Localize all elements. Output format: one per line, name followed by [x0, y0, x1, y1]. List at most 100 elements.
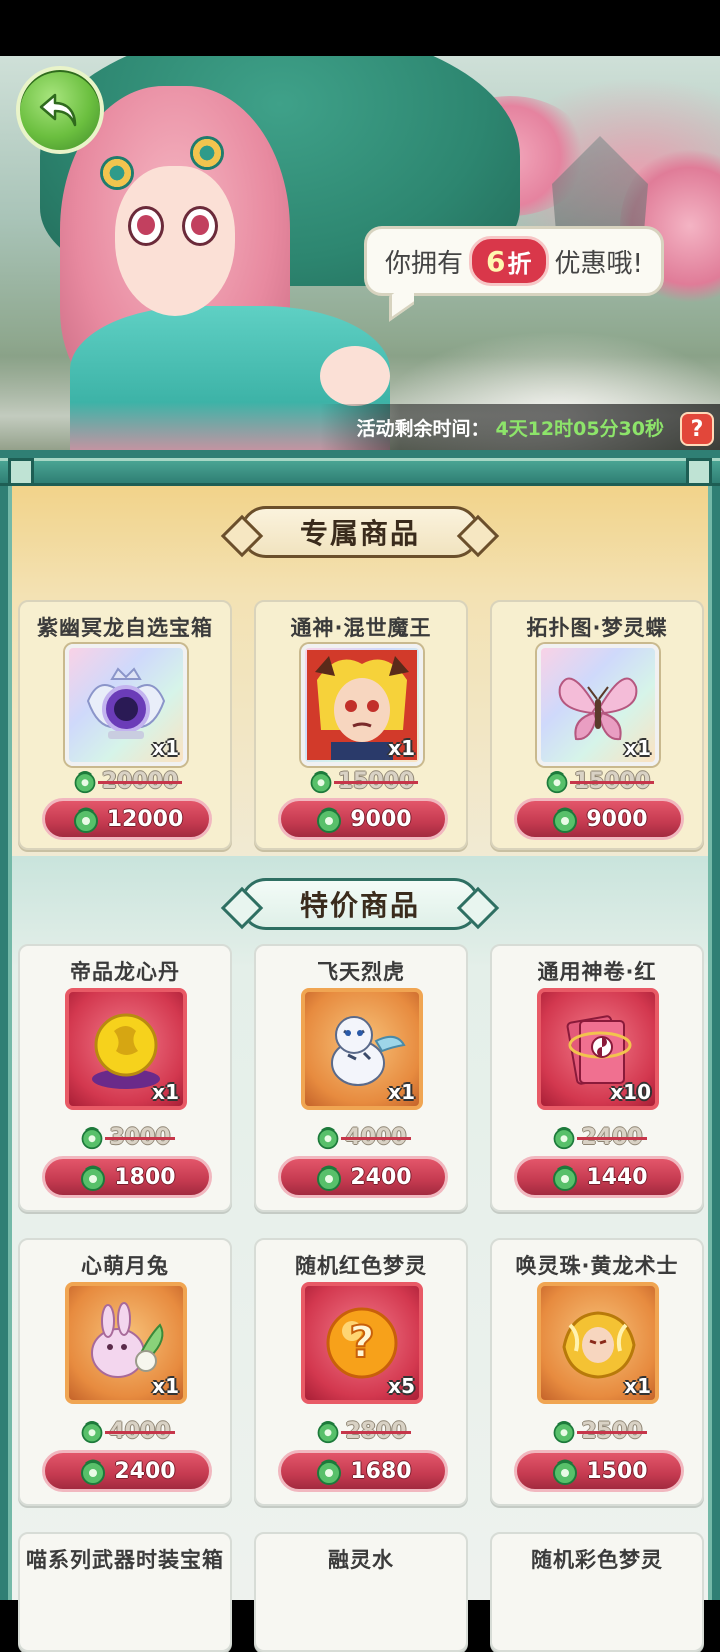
original-price-value: 15000	[569, 768, 654, 794]
discount-badge: 6 折	[469, 236, 549, 286]
jade-gem-icon	[73, 807, 98, 833]
item-icon-frame: x1	[65, 988, 187, 1110]
original-price-value: 20000	[97, 768, 182, 794]
item-quantity: x1	[624, 1374, 651, 1398]
buy-button[interactable]: 2400	[278, 1156, 448, 1198]
original-price: 3000	[20, 1124, 230, 1150]
jade-gem-icon	[317, 1127, 339, 1150]
original-price: 15000	[492, 768, 702, 794]
shop-item-card[interactable]: 喵系列武器时装宝箱	[18, 1532, 232, 1652]
item-icon-frame: x1	[65, 1282, 187, 1404]
hair-flower-icon	[190, 136, 224, 170]
jade-gem-icon	[553, 1127, 575, 1150]
item-icon-frame: x1	[65, 644, 187, 766]
shop-item-card[interactable]: 融灵水	[254, 1532, 468, 1652]
original-price-value: 15000	[333, 768, 418, 794]
item-name: 随机红色梦灵	[295, 1254, 427, 1278]
item-quantity: x5	[388, 1374, 415, 1398]
frame-rail	[0, 458, 720, 486]
original-price-value: 3000	[105, 1124, 175, 1150]
discount-unit: 折	[507, 249, 532, 278]
buy-button[interactable]: 9000	[514, 798, 684, 840]
jade-gem-icon	[81, 1127, 103, 1150]
item-quantity: x1	[624, 736, 651, 760]
shop-item-card[interactable]: 飞天烈虎 x1 4000 2400	[254, 944, 468, 1212]
original-price: 15000	[256, 768, 466, 794]
back-button[interactable]	[16, 66, 104, 154]
bubble-suffix: 优惠哦!	[554, 248, 643, 279]
timer-label: 活动剩余时间：	[356, 417, 490, 440]
item-name: 紫幽冥龙自选宝箱	[37, 616, 213, 640]
original-price: 20000	[20, 768, 230, 794]
shop-item-card[interactable]: 通神·混世魔王 x1 15000 9000	[254, 600, 468, 850]
original-price-value: 4000	[341, 1124, 411, 1150]
item-name: 飞天烈虎	[317, 960, 405, 984]
item-icon-frame: ? x5	[301, 1282, 423, 1404]
sale-price: 1680	[350, 1458, 412, 1484]
shop-item-card[interactable]: 唤灵珠·黄龙术士 x1 2500 1500	[490, 1238, 704, 1506]
buy-button[interactable]: 1440	[514, 1156, 684, 1198]
item-name: 心萌月兔	[81, 1254, 169, 1278]
jade-gem-icon	[81, 1421, 103, 1444]
special-section-title: 特价商品	[240, 878, 480, 930]
jade-gem-icon	[317, 1421, 339, 1444]
svg-text:?: ?	[349, 1317, 375, 1368]
buy-button[interactable]: 2400	[42, 1450, 212, 1492]
jade-gem-icon	[546, 771, 568, 794]
shop-item-card[interactable]: 随机红色梦灵 ? x5 2800 1680	[254, 1238, 468, 1506]
item-name: 通用神卷·红	[537, 960, 657, 984]
sale-price: 9000	[586, 806, 648, 832]
discount-speech-bubble: 你拥有 6 折 优惠哦!	[364, 226, 664, 296]
item-name: 拓扑图·梦灵蝶	[526, 616, 668, 640]
jade-gem-icon	[553, 807, 578, 833]
original-price: 2400	[492, 1124, 702, 1150]
discount-number: 6	[486, 244, 506, 278]
sale-price: 2400	[350, 1164, 412, 1190]
sale-price: 12000	[106, 806, 184, 832]
hair-flower-icon	[100, 156, 134, 190]
bubble-prefix: 你拥有	[385, 248, 464, 279]
item-icon-frame: x1	[537, 1282, 659, 1404]
shop-item-card[interactable]: 心萌月兔 x1 4000 2400	[18, 1238, 232, 1506]
buy-button[interactable]: 9000	[278, 798, 448, 840]
jade-gem-icon	[317, 1165, 342, 1191]
item-quantity: x10	[610, 1080, 651, 1104]
item-icon-frame: x1	[301, 644, 423, 766]
original-price: 4000	[20, 1418, 230, 1444]
item-icon-frame: x10	[537, 988, 659, 1110]
buy-button[interactable]: 1500	[514, 1450, 684, 1492]
buy-button[interactable]: 1680	[278, 1450, 448, 1492]
jade-gem-icon	[317, 807, 342, 833]
original-price-value: 2800	[341, 1418, 411, 1444]
jade-gem-icon	[317, 1459, 342, 1485]
jade-gem-icon	[553, 1165, 578, 1191]
shop-item-card[interactable]: 帝品龙心丹 x1 3000 1800	[18, 944, 232, 1212]
buy-button[interactable]: 1800	[42, 1156, 212, 1198]
item-icon-frame: x1	[537, 644, 659, 766]
event-timer: 活动剩余时间： 4天12时05分30秒	[320, 404, 720, 450]
shop-item-card[interactable]: 通用神卷·红 x10 2400 1440	[490, 944, 704, 1212]
item-name: 融灵水	[328, 1548, 394, 1572]
item-quantity: x1	[152, 736, 179, 760]
item-name: 通神·混世魔王	[290, 616, 432, 640]
help-button[interactable]: ?	[680, 412, 714, 446]
item-quantity: x1	[152, 1374, 179, 1398]
sale-price: 1500	[586, 1458, 648, 1484]
original-price: 2500	[492, 1418, 702, 1444]
timer-value: 4天12时05分30秒	[495, 417, 664, 440]
item-name: 随机彩色梦灵	[531, 1548, 663, 1572]
jade-gem-icon	[310, 771, 332, 794]
shop-item-card[interactable]: 随机彩色梦灵	[490, 1532, 704, 1652]
jade-gem-icon	[81, 1459, 106, 1485]
item-quantity: x1	[388, 736, 415, 760]
exclusive-section-title: 专属商品	[240, 506, 480, 558]
buy-button[interactable]: 12000	[42, 798, 212, 840]
sale-price: 1800	[114, 1164, 176, 1190]
jade-gem-icon	[74, 771, 96, 794]
shop-item-card[interactable]: 紫幽冥龙自选宝箱 x1 20000 12000	[18, 600, 232, 850]
item-name: 喵系列武器时装宝箱	[26, 1548, 224, 1572]
original-price-value: 2500	[577, 1418, 647, 1444]
shop-item-card[interactable]: 拓扑图·梦灵蝶 x1 15000 9000	[490, 600, 704, 850]
sale-price: 2400	[114, 1458, 176, 1484]
item-icon-frame: x1	[301, 988, 423, 1110]
